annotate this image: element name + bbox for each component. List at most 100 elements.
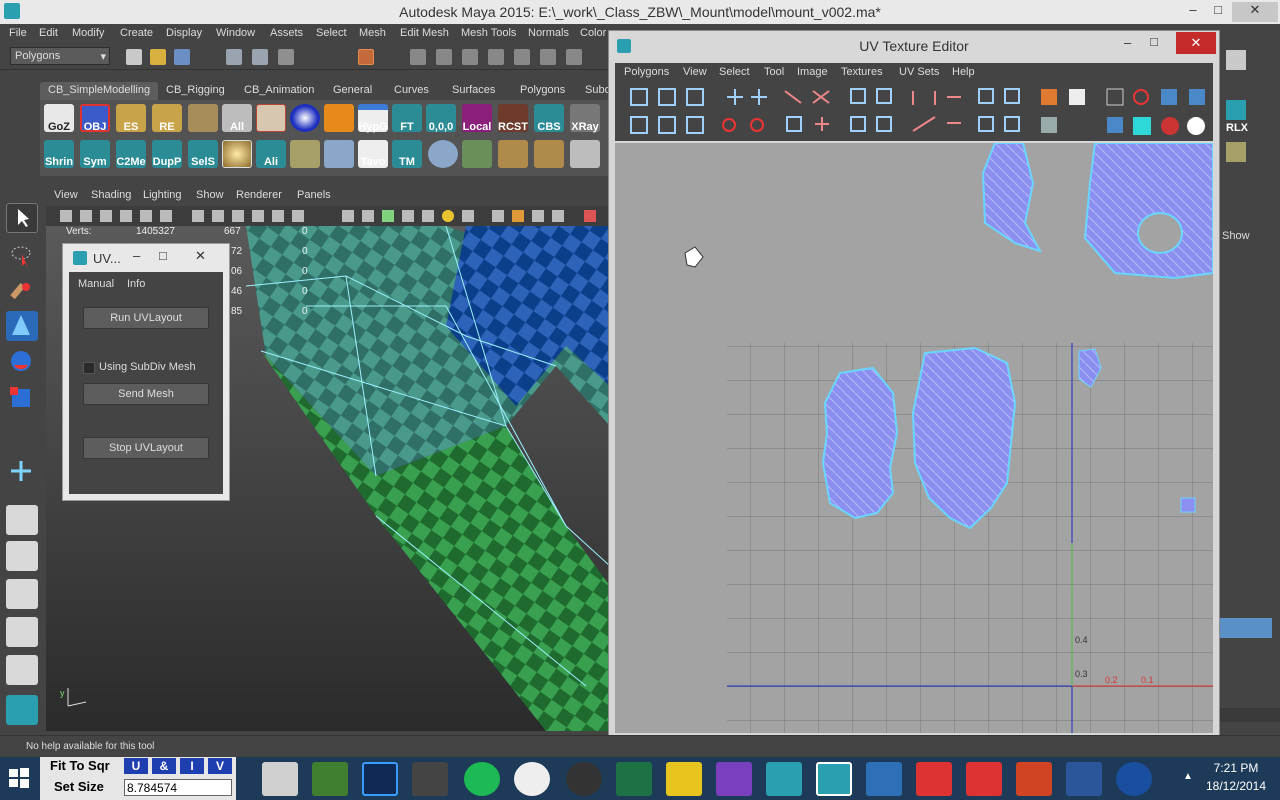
menu-file[interactable]: File xyxy=(9,27,27,39)
word-taskbar-icon[interactable] xyxy=(1066,762,1102,796)
globe-icon[interactable] xyxy=(428,140,458,168)
scale-tool-icon[interactable] xyxy=(6,383,38,413)
mode-selector[interactable]: Polygons ▾ xyxy=(10,47,110,65)
menu-mesh[interactable]: Mesh xyxy=(359,27,386,39)
hp-taskbar-icon[interactable] xyxy=(666,762,702,796)
uvlayout-titlebar[interactable]: UV... – □ ✕ xyxy=(63,244,229,272)
render-icon[interactable] xyxy=(566,49,582,65)
panel-layout-icon[interactable] xyxy=(1226,50,1246,70)
substance-alt-taskbar-icon[interactable] xyxy=(966,762,1002,796)
flame-icon[interactable] xyxy=(324,104,354,132)
lasso-tool-icon[interactable] xyxy=(6,241,38,271)
cylinders-icon[interactable] xyxy=(498,140,528,168)
maya-icon[interactable] xyxy=(6,695,38,725)
close-button[interactable]: ✕ xyxy=(1176,32,1216,54)
new-scene-icon[interactable] xyxy=(126,49,142,65)
viewport-menu-lighting[interactable]: Lighting xyxy=(143,189,182,201)
lasso-icon[interactable] xyxy=(358,49,374,65)
uvlayout-menu-manual[interactable]: Manual xyxy=(78,278,114,290)
minimize-icon[interactable]: – xyxy=(1124,35,1131,50)
menu-edit[interactable]: Edit xyxy=(39,27,58,39)
windows-start-icon[interactable] xyxy=(8,767,30,789)
excel-taskbar-icon[interactable] xyxy=(616,762,652,796)
menu-select[interactable]: Select xyxy=(316,27,347,39)
tab-cb-simplemodelling[interactable]: CB_SimpleModelling xyxy=(40,82,159,100)
selected-layer[interactable] xyxy=(1220,618,1272,638)
uv-menu-select[interactable]: Select xyxy=(719,66,750,78)
uv-menu-uv-sets[interactable]: UV Sets xyxy=(899,66,939,78)
menu-create[interactable]: Create xyxy=(120,27,153,39)
rlx-icon[interactable] xyxy=(1226,100,1246,120)
tray-chevron-icon[interactable]: ▲ xyxy=(1183,771,1193,782)
uvlayout-menu-info[interactable]: Info xyxy=(127,278,145,290)
uv-menu-help[interactable]: Help xyxy=(952,66,975,78)
snap-curve-icon[interactable] xyxy=(436,49,452,65)
snap-point-icon[interactable] xyxy=(462,49,478,65)
select-component-icon[interactable] xyxy=(278,49,294,65)
maya-lt-taskbar-icon[interactable] xyxy=(766,762,802,796)
grid-dots-icon[interactable] xyxy=(290,140,320,168)
sphere-icon[interactable] xyxy=(290,104,320,132)
menu-normals[interactable]: Normals xyxy=(528,27,569,39)
layout-graph-icon[interactable] xyxy=(6,617,38,647)
topogun-taskbar-icon[interactable] xyxy=(412,762,448,796)
material-ball-icon[interactable] xyxy=(222,140,252,168)
construction-history-icon[interactable] xyxy=(540,49,556,65)
layout-outliner-icon[interactable] xyxy=(6,579,38,609)
cylinders-alt-icon[interactable] xyxy=(534,140,564,168)
close-button[interactable]: ✕ xyxy=(1232,2,1278,22)
open-scene-icon[interactable] xyxy=(150,49,166,65)
tab-general[interactable]: General xyxy=(325,82,380,100)
select-hierarchy-icon[interactable] xyxy=(226,49,242,65)
amp-button[interactable]: & xyxy=(152,758,176,774)
menu-window[interactable]: Window xyxy=(216,27,255,39)
maya-taskbar-icon[interactable] xyxy=(816,762,852,796)
uv-menu-textures[interactable]: Textures xyxy=(841,66,883,78)
run-uvlayout-button[interactable]: Run UVLayout xyxy=(83,307,209,329)
uvlayout-taskbar-icon[interactable] xyxy=(716,762,752,796)
cube-icon[interactable] xyxy=(188,104,218,132)
menu-edit-mesh[interactable]: Edit Mesh xyxy=(400,27,449,39)
pins-icon[interactable] xyxy=(462,140,492,168)
i-button[interactable]: I xyxy=(180,758,204,774)
help-icon[interactable] xyxy=(514,49,530,65)
maximize-icon[interactable]: □ xyxy=(1150,34,1158,49)
menu-mesh-tools[interactable]: Mesh Tools xyxy=(461,27,516,39)
stop-uvlayout-button[interactable]: Stop UVLayout xyxy=(83,437,209,459)
menu-color[interactable]: Color xyxy=(580,27,606,39)
zbrush-taskbar-icon[interactable] xyxy=(262,762,298,796)
shelf-extra-icon[interactable] xyxy=(1226,142,1246,162)
close-icon[interactable]: ✕ xyxy=(195,248,206,264)
powerpoint-taskbar-icon[interactable] xyxy=(1016,762,1052,796)
spotify-taskbar-icon[interactable] xyxy=(464,762,500,796)
manipulator-icon[interactable] xyxy=(6,457,38,487)
tab-polygons[interactable]: Polygons xyxy=(512,82,573,100)
tab-cb-animation[interactable]: CB_Animation xyxy=(236,82,322,100)
unreal-taskbar-icon[interactable] xyxy=(1116,762,1152,796)
snap-grid-icon[interactable] xyxy=(410,49,426,65)
maximize-icon[interactable]: □ xyxy=(159,248,167,263)
viewport-menu-view[interactable]: View xyxy=(54,189,78,201)
minimize-button[interactable]: – xyxy=(1180,2,1206,22)
skull-app-taskbar-icon[interactable] xyxy=(566,762,602,796)
rb-taskbar-icon[interactable] xyxy=(866,762,902,796)
scrollbar[interactable] xyxy=(1220,708,1280,722)
tab-cb-rigging[interactable]: CB_Rigging xyxy=(158,82,233,100)
uv-menu-polygons[interactable]: Polygons xyxy=(624,66,669,78)
viewport-menu-panels[interactable]: Panels xyxy=(297,189,331,201)
rotate-tool-icon[interactable] xyxy=(6,347,38,377)
eye-alt-icon[interactable] xyxy=(570,140,600,168)
select-object-icon[interactable] xyxy=(252,49,268,65)
uv-canvas[interactable]: 0.4 0.3 0.2 0.1 xyxy=(615,143,1213,733)
u-button[interactable]: U xyxy=(124,758,148,774)
subdiv-checkbox[interactable] xyxy=(83,362,95,374)
menu-assets[interactable]: Assets xyxy=(270,27,303,39)
q-app-taskbar-icon[interactable] xyxy=(514,762,550,796)
substance-taskbar-icon[interactable] xyxy=(916,762,952,796)
layout-persp-icon[interactable] xyxy=(6,655,38,685)
send-mesh-button[interactable]: Send Mesh xyxy=(83,383,209,405)
move-tool-icon[interactable] xyxy=(6,311,38,341)
menu-modify[interactable]: Modify xyxy=(72,27,104,39)
paint-select-icon[interactable] xyxy=(6,277,38,307)
uv-menu-view[interactable]: View xyxy=(683,66,707,78)
